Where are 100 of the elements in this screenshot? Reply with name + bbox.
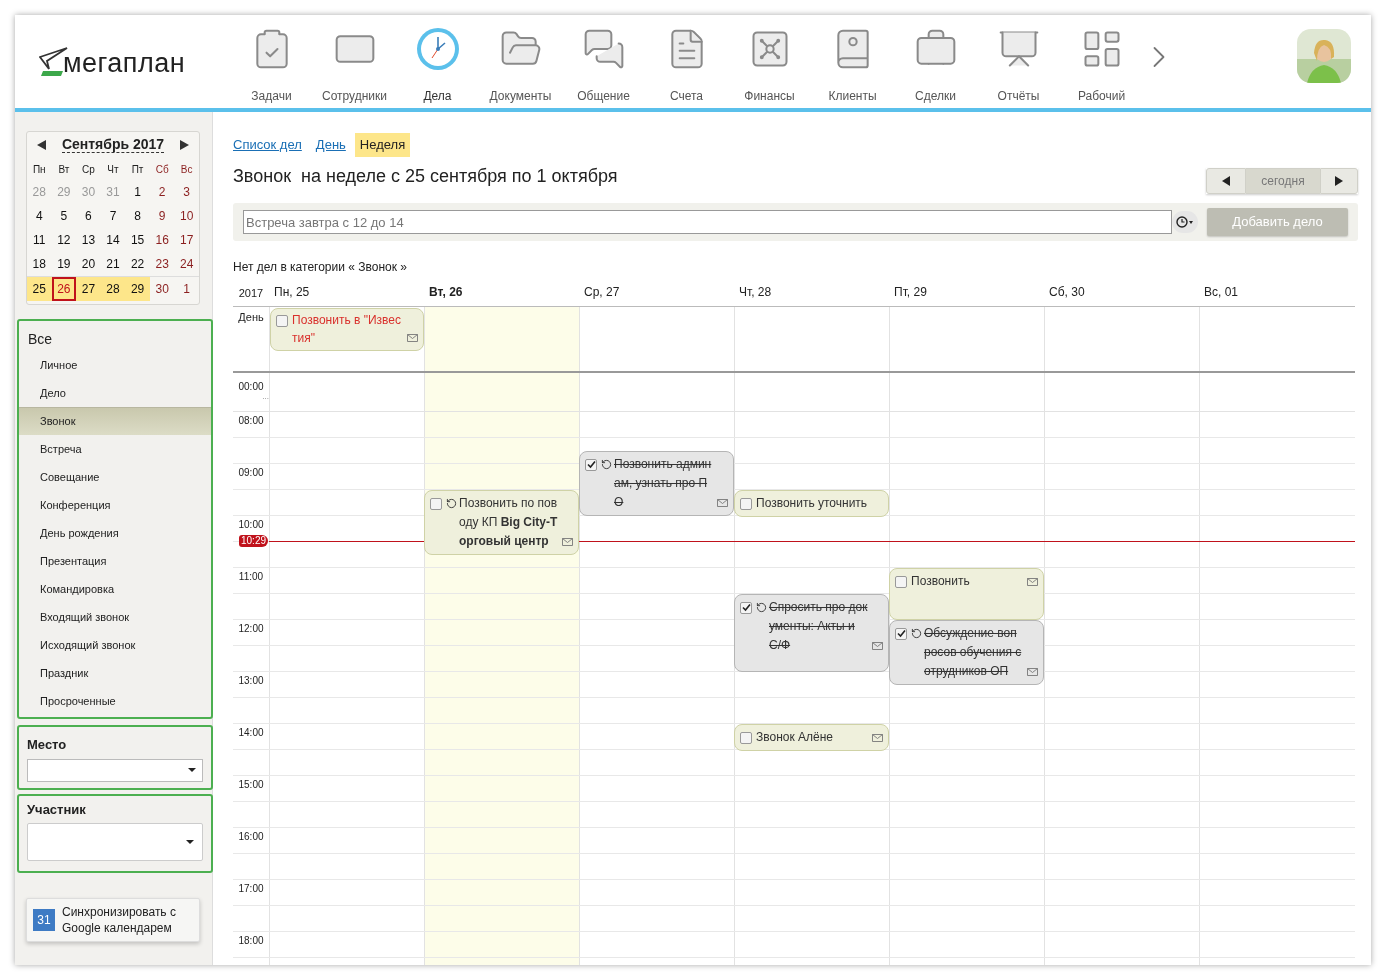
day-header[interactable]: Пт, 29 bbox=[889, 283, 1044, 301]
time-label: 14:00 bbox=[238, 727, 264, 739]
category-item[interactable]: Конференция bbox=[19, 491, 211, 519]
calendar-day[interactable]: 3 bbox=[174, 180, 199, 204]
event-card[interactable]: Позвонить bbox=[889, 568, 1044, 620]
calendar-day[interactable]: 8 bbox=[125, 204, 150, 228]
nav-item[interactable]: Сделки bbox=[894, 15, 977, 108]
calendar-day[interactable]: 4 bbox=[27, 204, 52, 228]
calendar-day[interactable]: 26 bbox=[51, 277, 77, 301]
nav-item[interactable]: Общение bbox=[562, 15, 645, 108]
calendar-day[interactable]: 24 bbox=[174, 252, 199, 276]
day-header[interactable]: Вт, 26 bbox=[424, 283, 579, 301]
checkbox[interactable] bbox=[895, 627, 907, 640]
category-item[interactable]: Презентация bbox=[19, 547, 211, 575]
checkbox[interactable] bbox=[430, 497, 442, 510]
next-month-icon[interactable] bbox=[179, 140, 189, 150]
day-header[interactable]: Вс, 01 bbox=[1199, 283, 1354, 301]
category-item[interactable]: Входящий звонок bbox=[19, 603, 211, 631]
calendar-day[interactable]: 13 bbox=[76, 228, 101, 252]
calendar-day[interactable]: 2 bbox=[149, 180, 175, 204]
category-item[interactable]: Командировка bbox=[19, 575, 211, 603]
category-item[interactable]: Совещание bbox=[19, 463, 211, 491]
calendar-day[interactable]: 10 bbox=[174, 204, 199, 228]
event-card[interactable]: Обсуждение вопросов обучения сотрудников ОП bbox=[889, 620, 1044, 685]
category-item[interactable]: Праздник bbox=[19, 659, 211, 687]
time-label: 15:00 bbox=[238, 779, 264, 791]
view-tab[interactable]: Список дел bbox=[228, 133, 307, 157]
calendar-day[interactable]: 14 bbox=[100, 228, 126, 252]
repeat-icon bbox=[446, 498, 457, 509]
checkbox[interactable] bbox=[740, 731, 752, 744]
calendar-day[interactable]: 20 bbox=[76, 252, 101, 276]
checkbox[interactable] bbox=[895, 575, 907, 588]
previous-week-button[interactable] bbox=[1206, 168, 1246, 194]
nav-item[interactable]: Финансы bbox=[728, 15, 811, 108]
calendar-day[interactable]: 30 bbox=[149, 277, 175, 301]
calendar-day[interactable]: 7 bbox=[100, 204, 126, 228]
month-title[interactable]: Сентябрь 2017 bbox=[61, 137, 165, 153]
calendar-day[interactable]: 19 bbox=[51, 252, 77, 276]
event-card[interactable]: Позвонить админам, узнать про ПО bbox=[579, 451, 734, 516]
calendar-day[interactable]: 1 bbox=[174, 277, 199, 301]
calendar-day[interactable]: 6 bbox=[76, 204, 101, 228]
calendar-day[interactable]: 27 bbox=[76, 277, 101, 301]
calendar-day[interactable]: 5 bbox=[51, 204, 77, 228]
category-item[interactable]: Дело bbox=[19, 379, 211, 407]
category-item[interactable]: Личное bbox=[19, 351, 211, 379]
calendar-day[interactable]: 21 bbox=[100, 252, 126, 276]
calendar-day[interactable]: 9 bbox=[149, 204, 175, 228]
time-picker-icon[interactable] bbox=[1172, 211, 1198, 233]
logo[interactable]: мегаплан bbox=[39, 46, 186, 77]
nav-item[interactable]: Сотрудники bbox=[313, 15, 396, 108]
repeat-icon bbox=[911, 628, 922, 639]
checkbox[interactable] bbox=[585, 458, 597, 471]
category-item[interactable]: Встреча bbox=[19, 435, 211, 463]
time-label: 10:00 bbox=[238, 519, 264, 531]
page-title: Звонок на неделе с 25 сентября по 1 октября bbox=[233, 165, 618, 188]
calendar-day[interactable]: 11 bbox=[27, 228, 52, 252]
caret-left-icon bbox=[1222, 176, 1230, 186]
all-day-label: День bbox=[237, 310, 265, 325]
event-card[interactable]: Позвонить уточнить bbox=[734, 490, 889, 517]
view-tab[interactable]: Неделя bbox=[354, 133, 411, 157]
calendar-day[interactable]: 23 bbox=[149, 252, 175, 276]
checkbox[interactable] bbox=[740, 601, 752, 614]
category-item[interactable]: Просроченные bbox=[19, 687, 211, 715]
time-label: 13:00 bbox=[238, 675, 264, 687]
previous-month-icon[interactable] bbox=[37, 140, 47, 150]
calendar-day[interactable]: 29 bbox=[125, 277, 150, 301]
next-week-button[interactable] bbox=[1320, 168, 1358, 194]
nav-item[interactable]: Отчёты bbox=[977, 15, 1060, 108]
category-item[interactable]: День рождения bbox=[19, 519, 211, 547]
event-title: Спросить про документы: Акты и С/Ф bbox=[769, 600, 868, 652]
nav-item[interactable]: Задачи bbox=[230, 15, 313, 108]
calendar-day[interactable]: 15 bbox=[125, 228, 150, 252]
checkbox[interactable] bbox=[276, 314, 288, 327]
nav-item[interactable]: Дела bbox=[396, 15, 479, 108]
calendar-day[interactable]: 17 bbox=[174, 228, 199, 252]
calendar-day[interactable]: 18 bbox=[27, 252, 52, 276]
checkbox[interactable] bbox=[740, 497, 752, 510]
nav-item[interactable]: Счета bbox=[645, 15, 728, 108]
nav-item[interactable]: Клиенты bbox=[811, 15, 894, 108]
event-card[interactable]: Позвонить по поводу КП Big City-Торговый центр bbox=[424, 490, 579, 555]
all-day-event[interactable]: Позвонить в "Известия" bbox=[270, 308, 424, 351]
day-header[interactable]: Ср, 27 bbox=[579, 283, 734, 301]
weekday-label: Сб bbox=[154, 162, 170, 177]
day-header[interactable]: Чт, 28 bbox=[734, 283, 889, 301]
event-card[interactable]: Звонок Алёне bbox=[734, 724, 889, 751]
category-item[interactable]: Звонок bbox=[19, 407, 211, 435]
day-header[interactable]: Сб, 30 bbox=[1044, 283, 1199, 301]
day-header[interactable]: Пн, 25 bbox=[269, 283, 424, 301]
calendar-day[interactable]: 22 bbox=[125, 252, 150, 276]
view-tab[interactable]: День bbox=[310, 133, 351, 157]
nav-item[interactable]: Документы bbox=[479, 15, 562, 108]
category-all[interactable]: Все bbox=[19, 329, 211, 351]
calendar-day[interactable]: 28 bbox=[100, 277, 126, 301]
calendar-day[interactable]: 16 bbox=[149, 228, 175, 252]
category-item[interactable]: Исходящий звонок bbox=[19, 631, 211, 659]
event-card[interactable]: Спросить про документы: Акты и С/Ф bbox=[734, 594, 889, 672]
calendar-day[interactable]: 25 bbox=[27, 277, 52, 301]
calendar-day[interactable]: 12 bbox=[51, 228, 77, 252]
calendar-day[interactable]: 1 bbox=[125, 180, 150, 204]
nav-item[interactable]: Рабочий bbox=[1060, 15, 1143, 108]
